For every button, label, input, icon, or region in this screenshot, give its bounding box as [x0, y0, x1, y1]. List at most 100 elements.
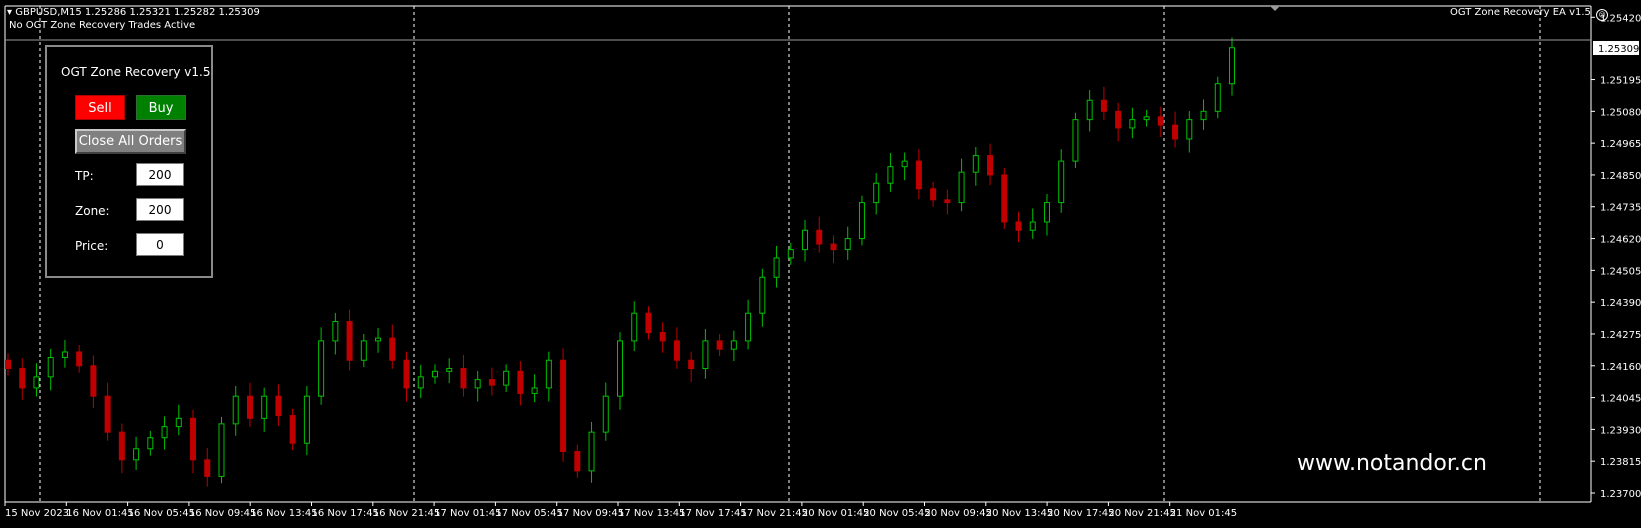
zone-input[interactable]: [136, 198, 184, 221]
candle-body: [218, 423, 225, 477]
candle-body: [858, 202, 865, 240]
time-tick-label: 16 Nov 05:45: [128, 508, 195, 519]
candle-body: [617, 340, 623, 397]
candle-body: [901, 160, 908, 168]
candle-body: [1186, 119, 1193, 140]
price-axis[interactable]: 1.254201.251951.250801.249651.248501.247…: [1591, 13, 1641, 500]
tp-label: TP:: [75, 169, 94, 183]
price-tick-label: 1.24275: [1600, 330, 1641, 341]
time-tick-label: 20 Nov 05:45: [863, 508, 930, 519]
tp-input[interactable]: [136, 163, 184, 186]
time-tick-label: 16 Nov 01:45: [66, 508, 133, 519]
symbol-line: GBPUSD,M15 1.25286 1.25321 1.25282 1.253…: [15, 7, 260, 18]
candle-body: [773, 257, 780, 278]
candle-body: [545, 359, 552, 389]
price-tick-label: 1.24390: [1600, 298, 1641, 309]
candle-body: [61, 351, 68, 358]
price-input[interactable]: [136, 233, 184, 256]
price-tick-label: 1.24850: [1600, 171, 1641, 182]
time-tick-label: 16 Nov 21:45: [373, 508, 440, 519]
candle-body: [275, 395, 282, 417]
candle-body: [76, 351, 83, 367]
candle-body: [133, 448, 140, 461]
candle-body: [204, 459, 211, 477]
candle-body: [488, 379, 495, 386]
price-tick-label: 1.25195: [1600, 76, 1641, 87]
candle-body: [1129, 119, 1136, 129]
candle-body: [375, 337, 382, 342]
candle-body: [431, 370, 438, 378]
candle-body: [631, 312, 638, 342]
candle-body: [303, 395, 310, 444]
candle-body: [246, 395, 253, 419]
candle-body: [1143, 116, 1150, 121]
time-tick-label: 17 Nov 17:45: [679, 508, 746, 519]
candle-body: [289, 415, 296, 444]
candle-body: [702, 340, 709, 370]
candle-body: [560, 359, 567, 453]
candle-body: [745, 312, 752, 342]
candle-body: [873, 182, 880, 204]
candle-body: [360, 340, 367, 361]
candle-body: [1001, 174, 1008, 223]
candle-body: [474, 379, 481, 389]
candle-body: [19, 368, 26, 389]
time-tick-label: 20 Nov 17:45: [1047, 508, 1114, 519]
symbol-menu-icon[interactable]: ▾: [7, 7, 12, 18]
candle-body: [588, 431, 595, 472]
candle-body: [1015, 221, 1022, 231]
candle-body: [915, 160, 922, 190]
time-tick-label: 17 Nov 09:45: [557, 508, 624, 519]
candle-body: [446, 368, 453, 372]
ea-status-text: No OGT Zone Recovery Trades Active: [9, 20, 196, 31]
time-tick-label: 20 Nov 01:45: [802, 508, 869, 519]
ea-name-label: OGT Zone Recovery EA v1.5 ☺: [1450, 7, 1609, 21]
candle-body: [104, 395, 111, 433]
candle-body: [33, 376, 40, 389]
candle-body: [346, 321, 353, 361]
price-chart[interactable]: 1.254201.251951.250801.249651.248501.247…: [0, 0, 1641, 528]
time-tick-label: 16 Nov 17:45: [312, 508, 379, 519]
candle-body: [972, 155, 979, 173]
candle-body: [403, 359, 410, 389]
candle-body: [759, 276, 766, 314]
candle-body: [332, 321, 339, 342]
smiley-icon[interactable]: ☺: [1596, 9, 1609, 21]
close-all-orders-button[interactable]: Close All Orders: [75, 129, 186, 154]
chart-shift-marker-icon[interactable]: [1270, 6, 1280, 11]
candle-body: [887, 166, 894, 184]
time-tick-label: 20 Nov 21:45: [1108, 508, 1175, 519]
candle-body: [190, 417, 197, 461]
ea-name-text: OGT Zone Recovery EA v1.5: [1450, 7, 1591, 18]
time-tick-label: 20 Nov 09:45: [925, 508, 992, 519]
candle-body: [844, 238, 851, 251]
price-tick-label: 1.24160: [1600, 362, 1641, 373]
candle-body: [1086, 99, 1093, 121]
candle-body: [830, 243, 837, 251]
candle-body: [261, 395, 268, 419]
price-tick-label: 1.24505: [1600, 266, 1641, 277]
zone-recovery-panel: OGT Zone Recovery v1.5 Sell Buy Close Al…: [45, 45, 213, 278]
candle-body: [659, 332, 666, 342]
candle-body: [118, 431, 125, 461]
price-tick-label: 1.23815: [1600, 457, 1641, 468]
time-tick-label: 16 Nov 09:45: [189, 508, 256, 519]
time-tick-label: 17 Nov 05:45: [495, 508, 562, 519]
time-axis[interactable]: 15 Nov 202316 Nov 01:4516 Nov 05:4516 No…: [4, 502, 1237, 519]
candle-body: [318, 340, 325, 397]
candle-body: [645, 312, 652, 334]
candle-body: [417, 376, 424, 389]
candle-body: [1157, 116, 1164, 126]
time-tick-label: 15 Nov 2023: [5, 508, 69, 519]
candle-body: [1072, 119, 1079, 162]
price-tick-label: 1.24045: [1600, 394, 1641, 405]
sell-button[interactable]: Sell: [75, 95, 125, 120]
time-tick-label: 17 Nov 21:45: [741, 508, 808, 519]
candle-body: [673, 340, 680, 361]
candle-body: [688, 359, 695, 370]
buy-button[interactable]: Buy: [136, 95, 186, 120]
candle-body: [175, 417, 182, 428]
price-tick-label: 1.23930: [1600, 425, 1641, 436]
candle-body: [816, 229, 823, 245]
price-tick-label: 1.23700: [1600, 489, 1641, 500]
